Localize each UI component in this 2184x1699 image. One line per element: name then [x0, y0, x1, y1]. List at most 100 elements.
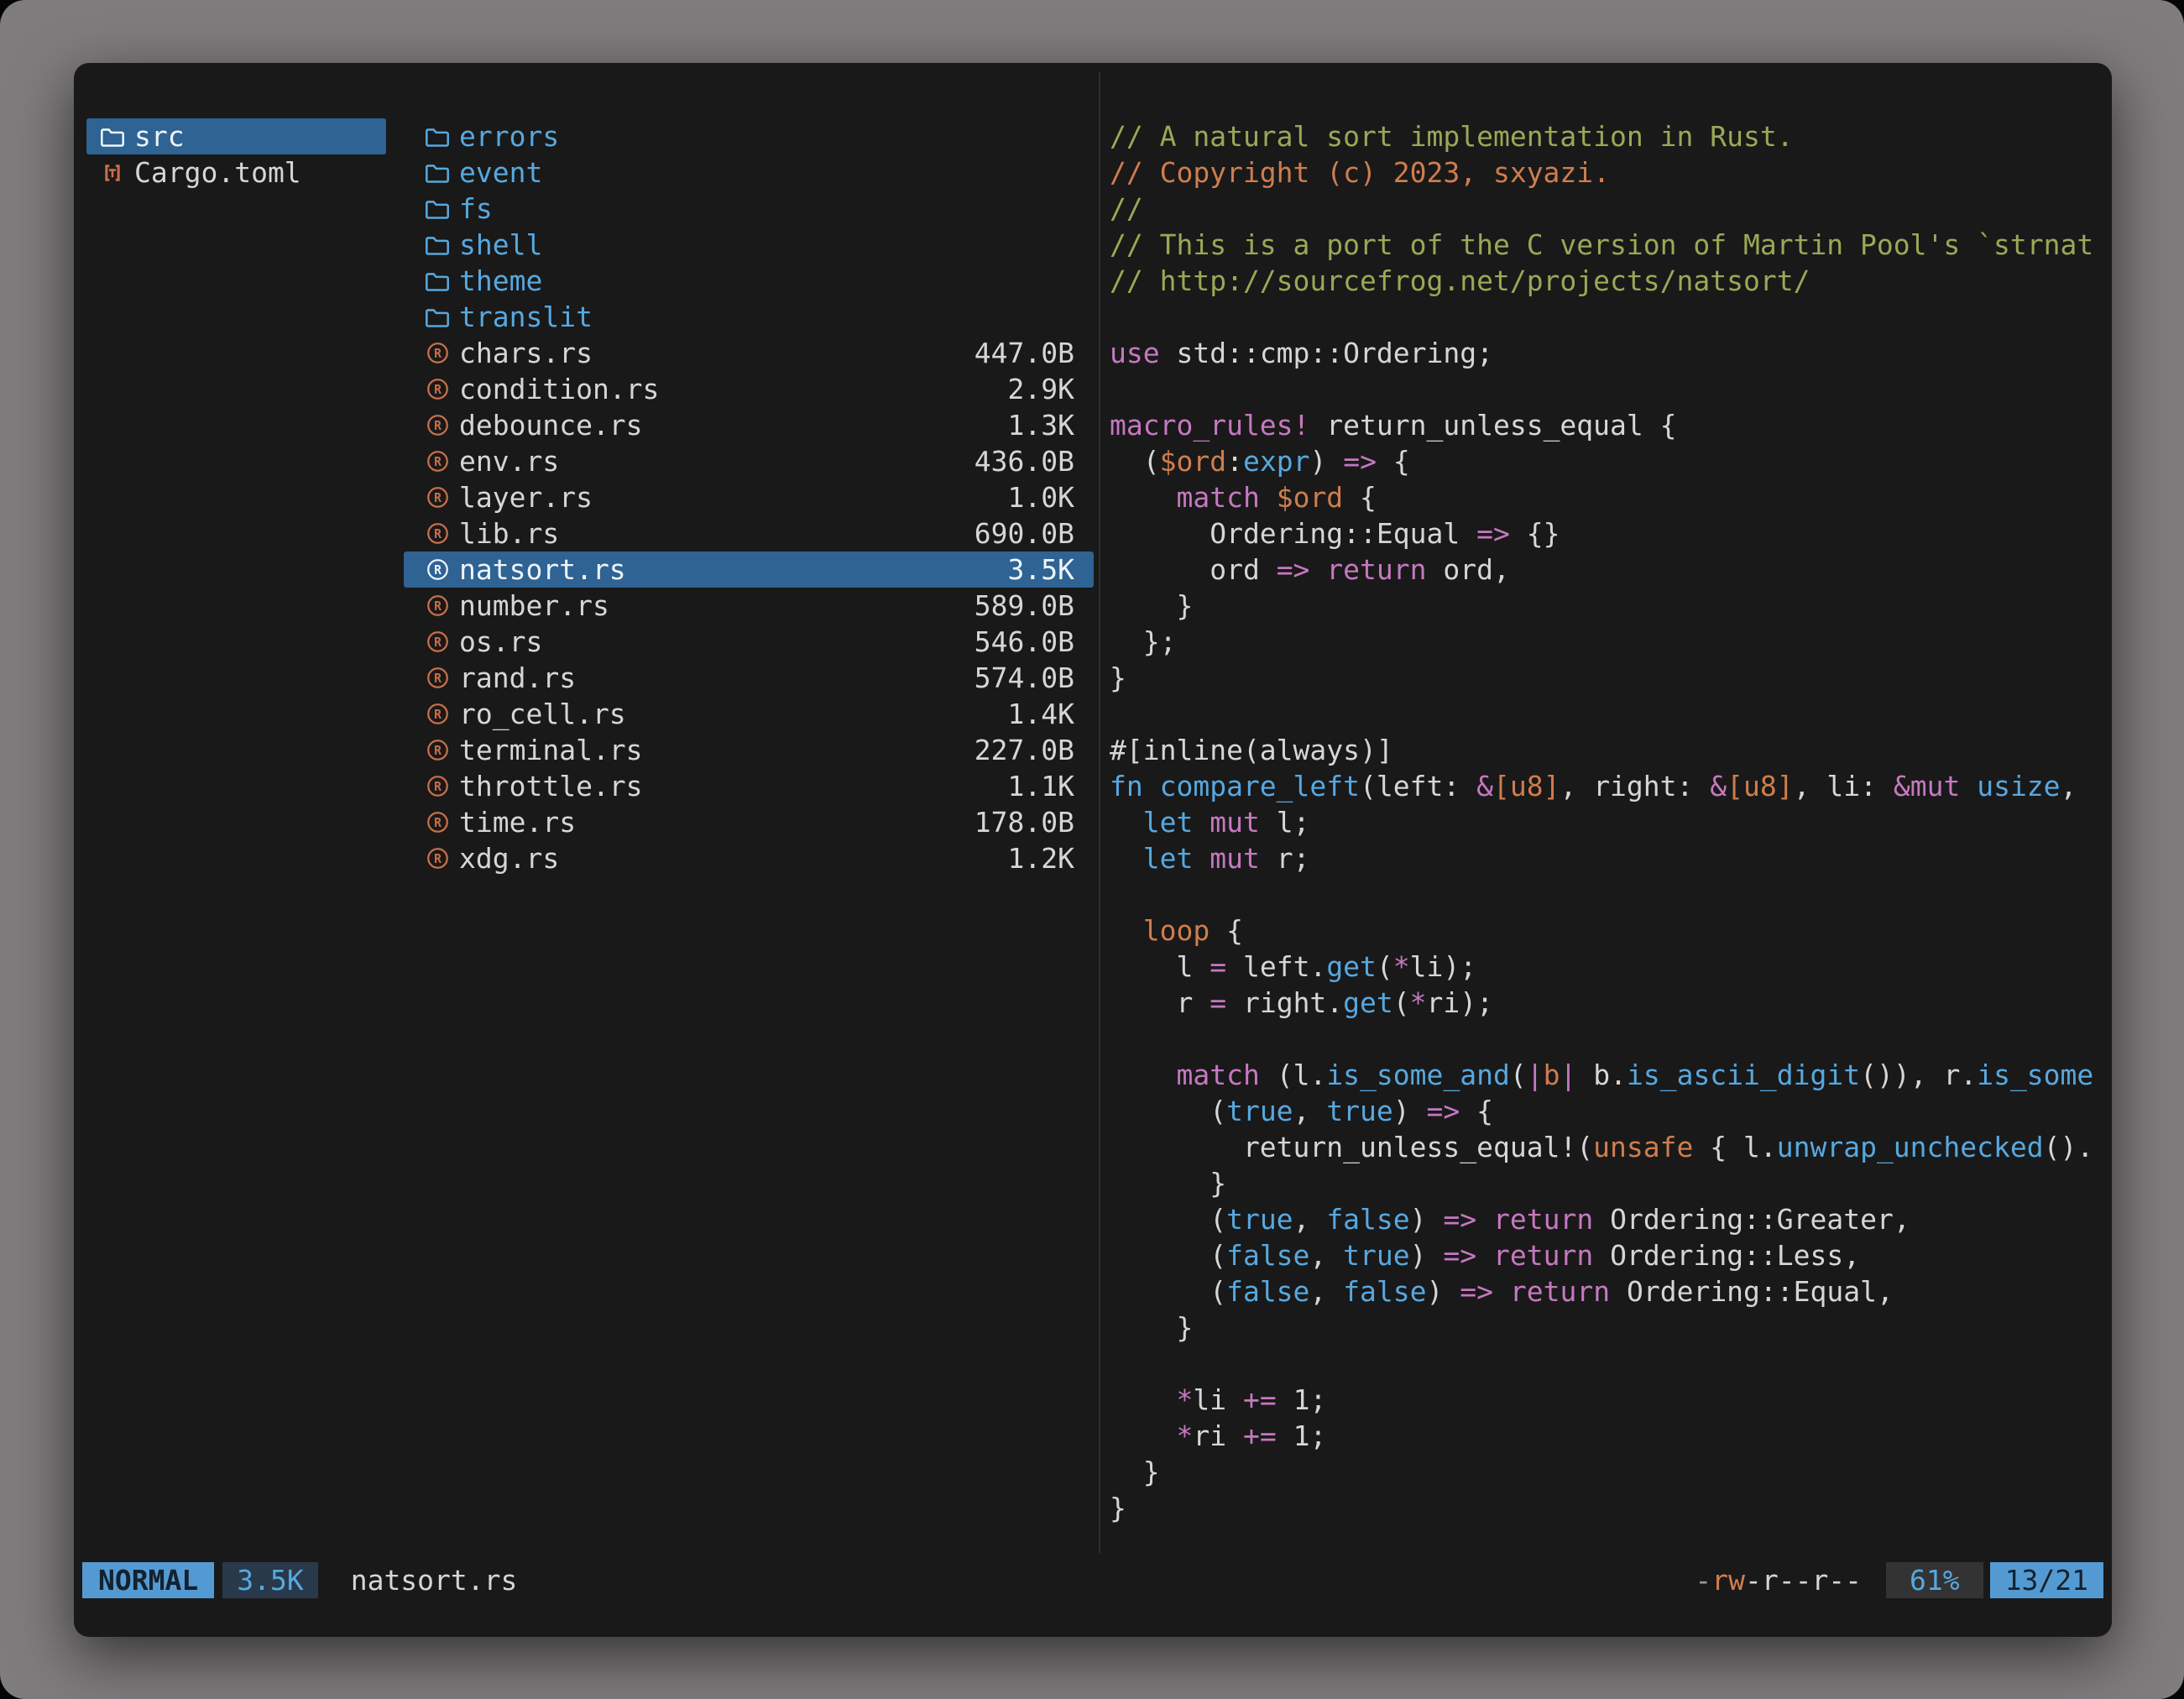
code-line	[1110, 299, 2105, 335]
entry-size: 227.0B	[974, 732, 1074, 768]
current-file-time.rs[interactable]: Rtime.rs178.0B	[404, 804, 1094, 840]
entry-name: chars.rs	[459, 335, 593, 371]
code-line: l = left.get(*li);	[1110, 949, 2105, 985]
rust-icon: R	[425, 847, 450, 870]
code-line: r = right.get(*ri);	[1110, 985, 2105, 1021]
status-bar: NORMAL 3.5K natsort.rs -rw-r--r-- 61% 13…	[82, 1562, 2103, 1598]
entry-name: shell	[459, 227, 542, 263]
code-line: (true, false) => return Ordering::Greate…	[1110, 1201, 2105, 1237]
rust-icon: R	[425, 775, 450, 797]
current-pane: errorseventfsshellthemetranslitRchars.rs…	[404, 118, 1094, 876]
current-file-terminal.rs[interactable]: Rterminal.rs 227.0B	[404, 732, 1094, 768]
entry-name: rand.rs	[459, 660, 576, 696]
entry-name: layer.rs	[459, 479, 593, 515]
current-folder-theme[interactable]: theme	[404, 263, 1094, 299]
rust-icon: R	[425, 703, 450, 725]
code-line: *li += 1;	[1110, 1382, 2105, 1418]
entry-name: number.rs	[459, 588, 609, 624]
code-line: }	[1110, 1310, 2105, 1346]
entry-name: condition.rs	[459, 371, 659, 407]
entry-size: 1.4K	[1008, 696, 1074, 732]
current-file-natsort.rs[interactable]: Rnatsort.rs3.5K	[404, 552, 1094, 588]
entry-name: Cargo.toml	[134, 154, 301, 191]
entry-name: xdg.rs	[459, 840, 559, 876]
entry-name: event	[459, 154, 542, 191]
entry-name: errors	[459, 118, 559, 154]
status-filename: natsort.rs	[351, 1564, 518, 1597]
current-folder-errors[interactable]: errors	[404, 118, 1094, 154]
svg-text:R: R	[434, 599, 442, 614]
code-line: }	[1110, 1490, 2105, 1526]
scroll-percent-chip: 61%	[1886, 1562, 1983, 1598]
code-line: //	[1110, 191, 2105, 227]
current-file-env.rs[interactable]: Renv.rs436.0B	[404, 443, 1094, 479]
rust-icon: R	[425, 630, 450, 653]
parent-file-Cargo.toml[interactable]: Cargo.toml	[86, 154, 386, 191]
code-line	[1110, 1021, 2105, 1057]
current-file-condition.rs[interactable]: Rcondition.rs2.9K	[404, 371, 1094, 407]
current-file-ro_cell.rs[interactable]: Rro_cell.rs1.4K	[404, 696, 1094, 732]
svg-text:R: R	[434, 635, 442, 650]
svg-text:R: R	[434, 816, 442, 830]
svg-text:R: R	[434, 744, 442, 758]
code-line: // A natural sort implementation in Rust…	[1110, 118, 2105, 154]
rust-icon: R	[425, 594, 450, 617]
code-line: macro_rules! return_unless_equal {	[1110, 407, 2105, 443]
entry-size: 1.0K	[1008, 479, 1074, 515]
desktop-background: srcCargo.toml errorseventfsshellthemetra…	[0, 0, 2184, 1699]
code-line: (true, true) => {	[1110, 1093, 2105, 1129]
parent-pane: srcCargo.toml	[86, 118, 386, 191]
rust-icon: R	[425, 811, 450, 834]
code-line	[1110, 876, 2105, 912]
current-file-rand.rs[interactable]: Rrand.rs 574.0B	[404, 660, 1094, 696]
folder-icon	[425, 234, 450, 255]
current-file-lib.rs[interactable]: Rlib.rs690.0B	[404, 515, 1094, 552]
entry-size: 574.0B	[974, 660, 1074, 696]
code-line: let mut r;	[1110, 840, 2105, 876]
current-file-os.rs[interactable]: Ros.rs546.0B	[404, 624, 1094, 660]
entry-size: 546.0B	[974, 624, 1074, 660]
folder-icon	[425, 162, 450, 183]
current-folder-translit[interactable]: translit	[404, 299, 1094, 335]
file-size-chip: 3.5K	[222, 1562, 317, 1598]
svg-text:R: R	[434, 527, 442, 541]
toml-icon	[100, 162, 125, 184]
rust-icon: R	[425, 522, 450, 545]
current-file-xdg.rs[interactable]: Rxdg.rs 1.2K	[404, 840, 1094, 876]
svg-text:R: R	[434, 672, 442, 686]
current-file-number.rs[interactable]: Rnumber.rs589.0B	[404, 588, 1094, 624]
svg-text:R: R	[434, 347, 442, 361]
rust-icon: R	[425, 414, 450, 437]
code-line: #[inline(always)]	[1110, 732, 2105, 768]
current-file-debounce.rs[interactable]: Rdebounce.rs1.3K	[404, 407, 1094, 443]
code-line: match $ord {	[1110, 479, 2105, 515]
code-line: loop {	[1110, 912, 2105, 949]
entry-name: translit	[459, 299, 593, 335]
rust-icon: R	[425, 739, 450, 761]
svg-text:R: R	[434, 383, 442, 397]
entry-name: terminal.rs	[459, 732, 643, 768]
code-line: use std::cmp::Ordering;	[1110, 335, 2105, 371]
rust-icon: R	[425, 486, 450, 509]
entry-name: env.rs	[459, 443, 559, 479]
entry-size: 1.2K	[1008, 840, 1074, 876]
entry-size: 178.0B	[974, 804, 1074, 840]
folder-icon	[425, 126, 450, 147]
current-folder-shell[interactable]: shell	[404, 227, 1094, 263]
pane-divider	[1099, 71, 1100, 1553]
code-line	[1110, 371, 2105, 407]
folder-icon	[425, 306, 450, 327]
entry-name: natsort.rs	[459, 552, 626, 588]
current-file-chars.rs[interactable]: Rchars.rs 447.0B	[404, 335, 1094, 371]
current-file-throttle.rs[interactable]: Rthrottle.rs1.1K	[404, 768, 1094, 804]
rust-icon: R	[425, 558, 450, 581]
cursor-position-chip: 13/21	[1990, 1562, 2103, 1598]
parent-folder-src[interactable]: src	[86, 118, 386, 154]
current-folder-fs[interactable]: fs	[404, 191, 1094, 227]
code-line: }	[1110, 660, 2105, 696]
entry-size: 447.0B	[974, 335, 1074, 371]
svg-text:R: R	[434, 563, 442, 578]
mode-badge: NORMAL	[82, 1562, 214, 1598]
current-file-layer.rs[interactable]: Rlayer.rs 1.0K	[404, 479, 1094, 515]
current-folder-event[interactable]: event	[404, 154, 1094, 191]
